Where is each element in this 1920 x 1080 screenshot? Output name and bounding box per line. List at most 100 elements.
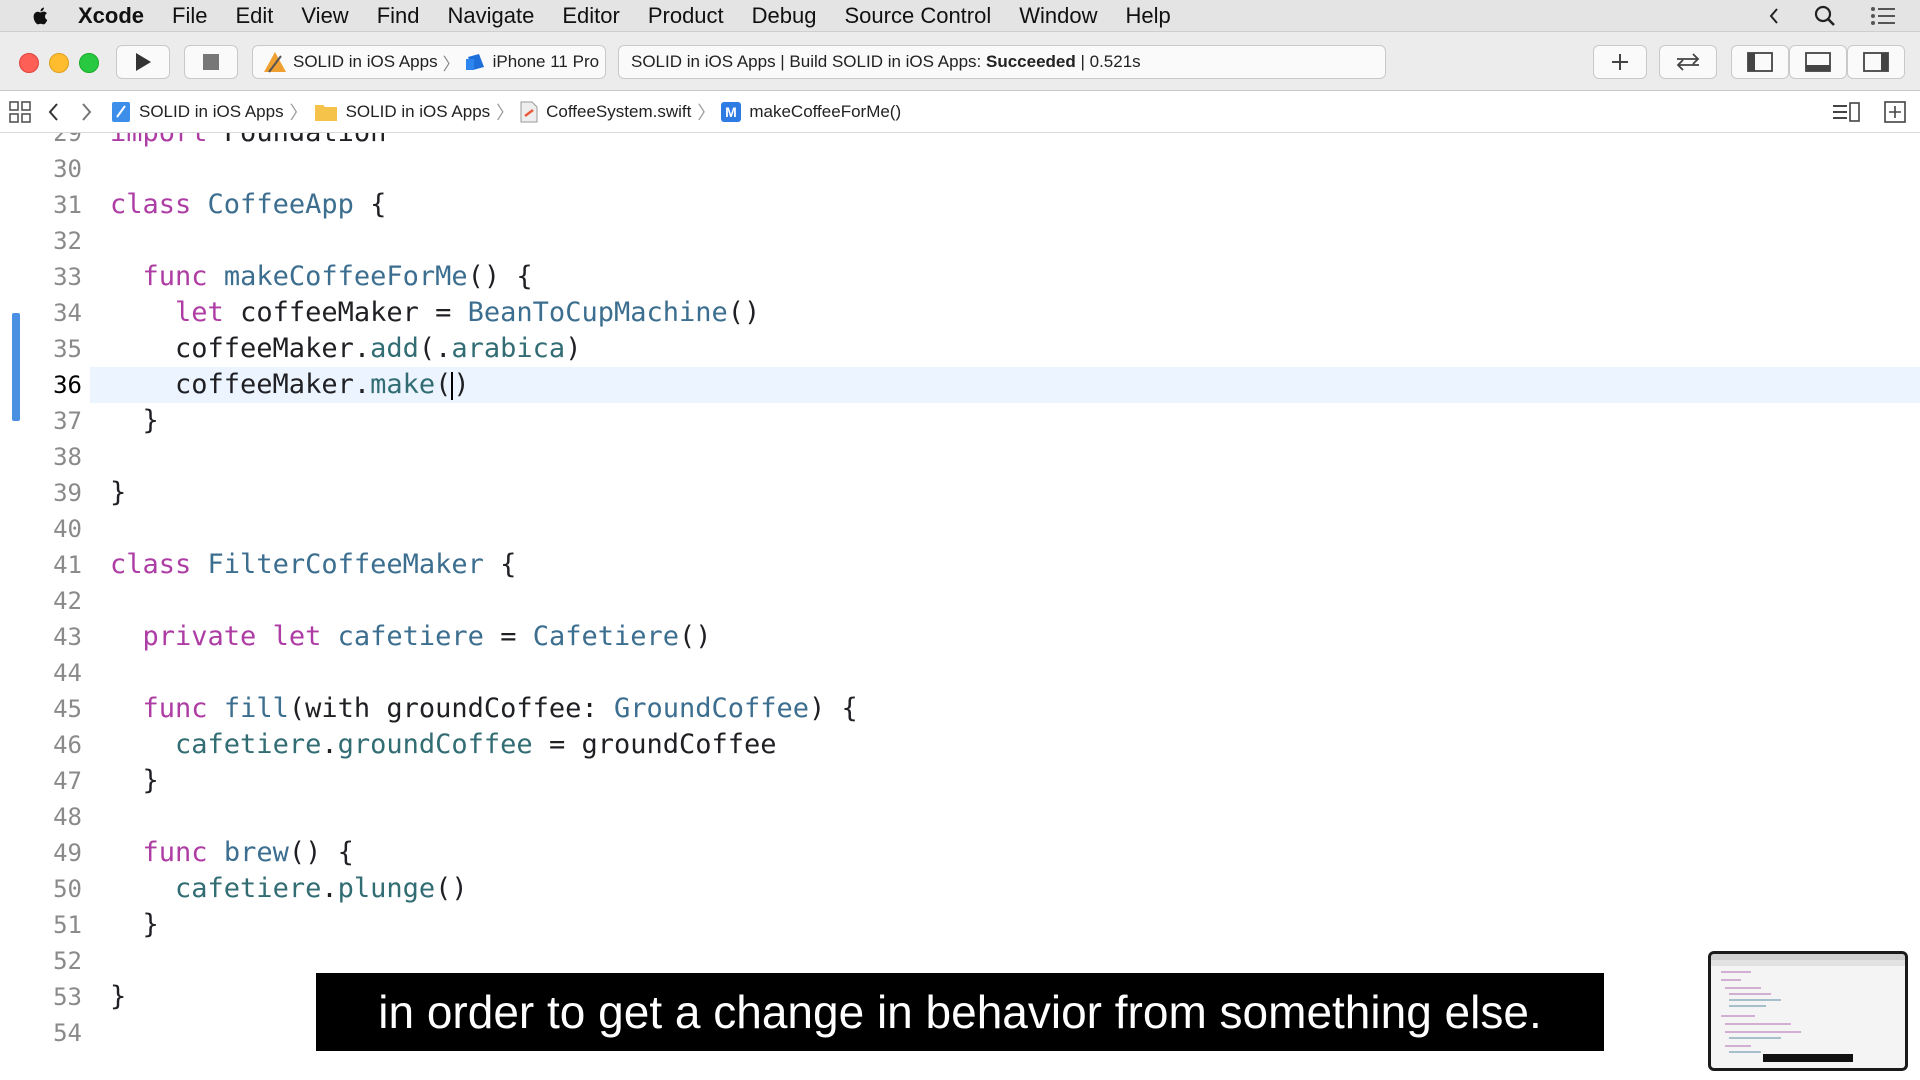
menu-bar: Xcode File Edit View Find Navigate Edito… [0,0,1920,32]
menu-product[interactable]: Product [648,3,724,29]
code-line[interactable]: 30 [0,151,1920,187]
code-token: make [370,369,436,400]
code-line[interactable]: 31 class CoffeeApp { [0,187,1920,223]
scheme-separator: 〉 [442,54,460,74]
code-line[interactable]: 51 } [0,907,1920,943]
activity-viewer: SOLID in iOS Apps | Build SOLID in iOS A… [618,45,1386,79]
code-token: brew [223,837,289,868]
toggle-navigator-button[interactable] [1731,45,1789,79]
menu-source-control[interactable]: Source Control [845,3,992,29]
menu-app-name[interactable]: Xcode [78,3,144,29]
folder-icon [314,104,337,121]
breadcrumb-separator: 〉 [697,102,716,123]
code-line[interactable]: 49 func brew() { [0,835,1920,871]
code-line[interactable]: 44 [0,655,1920,691]
code-token: private [142,621,257,652]
code-line[interactable]: 38 [0,439,1920,475]
code-token: . [321,729,338,760]
code-line[interactable]: 33 func makeCoffeeForMe() { [0,259,1920,295]
menu-view[interactable]: View [301,3,348,29]
code-line[interactable]: 29 import Foundation [0,133,1920,151]
apple-icon[interactable] [30,5,52,27]
code-token: . [321,873,338,904]
code-token: Cafetiere [532,621,680,652]
code-token: Foundation [208,133,387,148]
related-items-grid-icon[interactable] [9,100,31,123]
code-line[interactable]: 41 class FilterCoffeeMaker { [0,547,1920,583]
editor-options-icon[interactable] [1832,101,1860,122]
code-review-button[interactable] [1659,45,1717,79]
menu-navigate[interactable]: Navigate [448,3,535,29]
build-status: Succeeded [985,52,1076,71]
code-token: { [483,549,517,580]
run-button[interactable] [116,45,170,79]
back-chevron-icon[interactable] [47,102,61,122]
svg-text:M: M [726,104,738,120]
menu-edit[interactable]: Edit [235,3,273,29]
code-line[interactable]: 50 cafetiere.plunge() [0,871,1920,907]
stop-button[interactable] [184,45,238,79]
code-line[interactable]: 37 } [0,403,1920,439]
code-token: CoffeeApp [207,189,354,220]
list-icon[interactable] [1870,6,1896,26]
activity-prefix: SOLID in iOS Apps | Build SOLID in iOS A… [631,52,982,71]
scheme-selector[interactable]: SOLID in iOS Apps 〉 iPhone 11 Pro [252,45,606,79]
menu-debug[interactable]: Debug [752,3,817,29]
menu-help[interactable]: Help [1126,3,1171,29]
code-token: GroundCoffee [613,693,810,724]
code-text: let coffeeMaker = BeanToCupMachine() [110,295,760,331]
code-line[interactable]: 32 [0,223,1920,259]
chevron-left-icon[interactable] [1768,7,1780,25]
code-line[interactable]: 40 [0,511,1920,547]
add-editor-icon[interactable] [1884,100,1906,123]
code-token: (. [418,333,452,364]
line-number: 47 [53,767,82,795]
code-line[interactable]: 42 [0,583,1920,619]
code-text: cafetiere.plunge() [110,871,468,907]
breadcrumb-group-label: SOLID in iOS Apps [345,101,491,121]
library-button[interactable] [1593,45,1647,79]
source-editor[interactable]: 29 import Foundation 30 31 class CoffeeApp {… [0,133,1920,1080]
code-text: } [110,763,159,799]
menu-editor[interactable]: Editor [562,3,619,29]
line-number: 45 [53,695,82,723]
code-text: } [110,403,159,439]
code-line[interactable]: 35 coffeeMaker.add(.arabica) [0,331,1920,367]
toggle-inspector-button[interactable] [1847,45,1905,79]
close-window-button[interactable] [19,53,39,73]
code-line[interactable]: 43 private let cafetiere = Cafetiere() [0,619,1920,655]
breadcrumb-method[interactable]: M makeCoffeeForMe() [721,101,901,122]
swap-arrows-icon [1676,53,1700,71]
search-icon[interactable] [1814,5,1836,27]
code-line[interactable]: 36 coffeeMaker.make() [0,367,1920,403]
line-number: 32 [53,227,82,255]
line-number: 37 [53,407,82,435]
toggle-debug-area-button[interactable] [1789,45,1847,79]
line-number: 35 [53,335,82,363]
breadcrumb-group[interactable]: SOLID in iOS Apps [314,101,491,122]
line-number: 53 [53,983,82,1011]
minimize-window-button[interactable] [49,53,69,73]
code-token: cafetiere [175,729,322,760]
forward-chevron-icon[interactable] [79,102,93,122]
code-line[interactable]: 48 [0,799,1920,835]
breadcrumb-project[interactable]: SOLID in iOS Apps [111,101,284,123]
line-number: 30 [53,155,82,183]
zoom-window-button[interactable] [79,53,99,73]
line-number: 49 [53,839,82,867]
menu-find[interactable]: Find [377,3,420,29]
code-line[interactable]: 46 cafetiere.groundCoffee = groundCoffee [0,727,1920,763]
breadcrumb-file[interactable]: CoffeeSystem.swift [520,101,691,123]
code-line[interactable]: 47 } [0,763,1920,799]
code-line[interactable]: 34 let coffeeMaker = BeanToCupMachine() [0,295,1920,331]
menu-window[interactable]: Window [1019,3,1097,29]
code-line[interactable]: 39} [0,475,1920,511]
code-token: = [483,621,533,652]
code-token: (with groundCoffee: [288,693,614,724]
code-line[interactable]: 45 func fill(with groundCoffee: GroundCo… [0,691,1920,727]
menu-file[interactable]: File [172,3,207,29]
code-token: () [727,297,761,328]
line-number: 41 [53,551,82,579]
